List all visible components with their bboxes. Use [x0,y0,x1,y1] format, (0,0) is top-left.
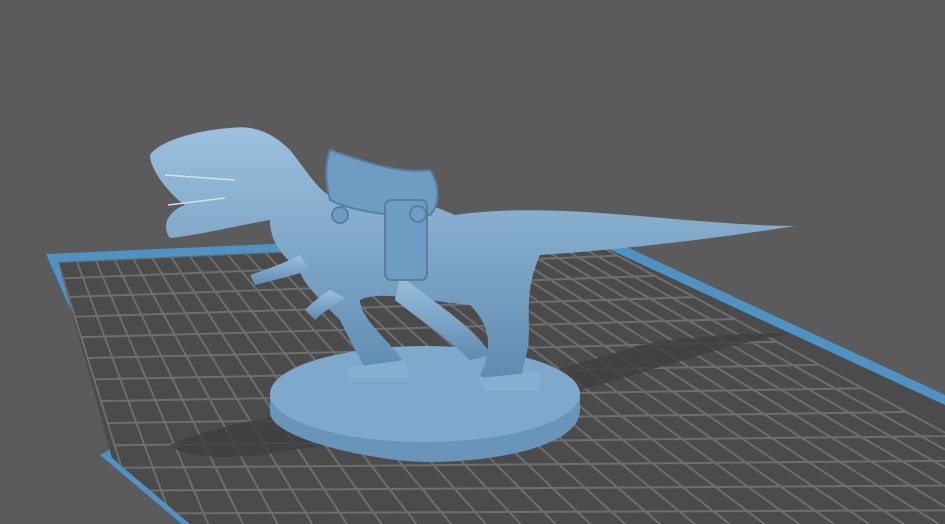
3d-viewport[interactable] [0,0,945,524]
viewport-canvas[interactable] [0,0,945,524]
